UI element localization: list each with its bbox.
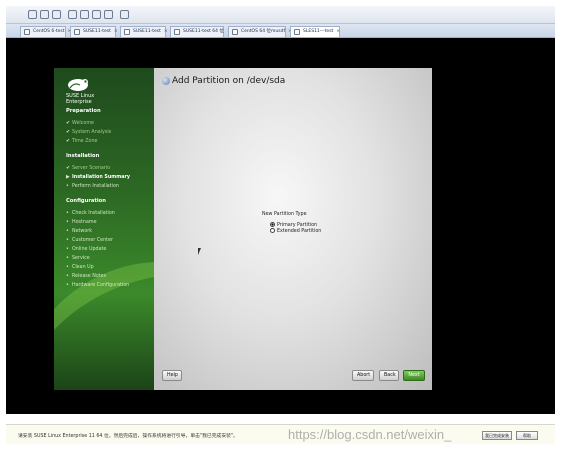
brand-line-2: Enterprise — [66, 99, 92, 105]
step-item: ✔ Time Zone — [66, 139, 97, 144]
step-label: Welcome — [72, 121, 94, 126]
close-tab-icon[interactable]: × — [164, 29, 168, 34]
vm-tab[interactable]: CentOS 64 位musdf× — [228, 26, 292, 37]
step-label: Perform Installation — [72, 184, 119, 189]
brand-name: SUSE Linux Enterprise — [66, 93, 94, 105]
primary-partition-radio[interactable] — [270, 222, 275, 227]
step-item: • Customer Center — [66, 238, 113, 243]
page-title: Add Partition on /dev/sda — [172, 76, 286, 86]
partition-type-group: New Partition Type Primary Partition Ext… — [262, 212, 342, 234]
vm-tab-label: CentOS 64 位musdf — [241, 29, 286, 34]
help-button[interactable]: Help — [162, 370, 182, 381]
step-label: Clean Up — [72, 265, 94, 270]
close-tab-icon[interactable]: × — [336, 29, 340, 34]
partition-icon — [162, 77, 170, 85]
installer-window: SUSE Linux Enterprise Preparation ✔ Welcom… — [54, 68, 432, 390]
vm-icon — [232, 29, 238, 35]
mouse-pointer-icon — [198, 248, 201, 255]
step-label: Check Installation — [72, 211, 115, 216]
vm-icon — [174, 29, 180, 35]
step-label: Service — [72, 256, 90, 261]
vm-tab-label: CentOS 6-test — [33, 29, 65, 34]
forward-icon[interactable] — [40, 10, 49, 19]
vm-tab[interactable]: SUSE11-test 64 位× — [170, 26, 231, 37]
unity-icon[interactable] — [92, 10, 101, 19]
step-item: • Release Notes — [66, 274, 106, 279]
vm-tab[interactable]: SUSE11-test × — [120, 26, 168, 37]
vm-tab[interactable]: CentOS 6-test× — [20, 26, 71, 37]
installer-sidebar: SUSE Linux Enterprise Preparation ✔ Welcom… — [54, 68, 154, 390]
step-item: • Hostname — [66, 220, 97, 225]
step-item: ✔ Welcome — [66, 121, 94, 126]
step-item: • Hardware Configuration — [66, 283, 129, 288]
step-item: • Clean Up — [66, 265, 94, 270]
vm-tab[interactable]: SLES11---test × — [290, 26, 340, 37]
extended-partition-option[interactable]: Extended Partition — [270, 228, 321, 234]
step-label: Customer Center — [72, 238, 113, 243]
status-help-button[interactable]: 帮助 — [516, 431, 538, 440]
host-window: CentOS 6-test×SUSE11-test×SUSE11-test×SU… — [0, 0, 561, 455]
suse-logo-icon — [68, 79, 88, 91]
thumbnail-icon[interactable] — [120, 10, 129, 19]
step-label: System Analysis — [72, 130, 112, 135]
next-button[interactable]: Next — [403, 370, 425, 381]
step-label: Time Zone — [72, 139, 98, 144]
step-label: Installation Summary — [72, 175, 131, 180]
step-item: • Online Update — [66, 247, 106, 252]
step-section-title: Configuration — [66, 198, 106, 204]
vm-tab-label: SUSE11-test — [133, 29, 161, 34]
fullscreen-icon[interactable] — [80, 10, 89, 19]
vm-icon — [124, 29, 130, 35]
host-toolbar — [6, 6, 555, 24]
step-label: Hardware Configuration — [72, 283, 130, 288]
status-message: 请安装 SUSE Linux Enterprise 11 64 位，然后完成后，… — [18, 434, 238, 439]
extended-partition-label: Extended Partition — [277, 229, 322, 234]
step-section-title: Installation — [66, 153, 100, 159]
back-button[interactable]: Back — [379, 370, 399, 381]
step-section-title: Preparation — [66, 108, 101, 114]
layout-icon[interactable] — [68, 10, 77, 19]
step-label: Online Update — [72, 247, 107, 252]
watermark: https://blog.csdn.net/weixin_ — [288, 427, 452, 442]
abort-button[interactable]: Abort — [352, 370, 374, 381]
home-icon[interactable] — [52, 10, 61, 19]
vm-tab-label: SLES11---test — [303, 29, 334, 34]
sidebar-decoration — [54, 229, 154, 390]
step-label: Release Notes — [72, 274, 107, 279]
console-icon[interactable] — [104, 10, 113, 19]
step-item: • Service — [66, 256, 90, 261]
host-status-bar: 请安装 SUSE Linux Enterprise 11 64 位，然后完成后，… — [6, 424, 555, 444]
vm-tab-label: SUSE11-test — [83, 29, 111, 34]
step-item: • Network — [66, 229, 92, 234]
installer-content: Add Partition on /dev/sda New Partition … — [154, 68, 432, 390]
step-item: • Perform Installation — [66, 184, 119, 189]
step-item: ✔ System Analysis — [66, 130, 111, 135]
close-tab-icon[interactable]: × — [114, 29, 118, 34]
partition-type-label: New Partition Type — [262, 212, 307, 217]
vm-icon — [24, 29, 30, 35]
vm-icon — [294, 29, 300, 35]
vm-tab[interactable]: SUSE11-test × — [70, 26, 118, 37]
extended-partition-radio[interactable] — [270, 228, 275, 233]
back-icon[interactable] — [28, 10, 37, 19]
vm-icon — [74, 29, 80, 35]
step-label: Server Scenario — [72, 166, 111, 171]
step-label: Hostname — [72, 220, 97, 225]
install-done-button[interactable]: 我已完成安装 — [482, 431, 512, 440]
step-label: Network — [72, 229, 93, 234]
vm-tab-label: SUSE11-test 64 位 — [183, 29, 224, 34]
vm-tab-bar: CentOS 6-test×SUSE11-test×SUSE11-test×SU… — [6, 24, 555, 38]
step-item: • Check Installation — [66, 211, 115, 216]
step-item: ▶ Installation Summary — [66, 175, 130, 180]
step-item: ✔ Server Scenario — [66, 166, 110, 171]
